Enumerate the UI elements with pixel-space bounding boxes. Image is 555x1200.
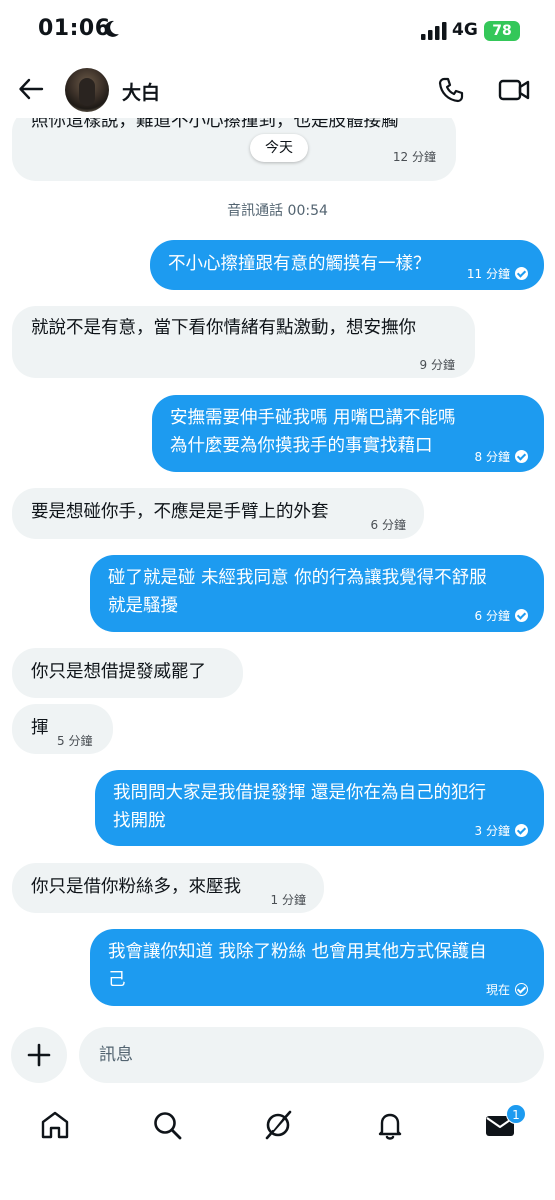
message-input[interactable] <box>79 1027 544 1083</box>
message-time: 12 分鐘 <box>392 150 436 164</box>
message-bubble-outgoing[interactable]: 我問問大家是我借提發揮 還是你在為自己的犯行 找開脫 3 分鐘 <box>95 770 544 846</box>
call-log-note: 音訊通話 00:54 <box>227 203 328 219</box>
read-check-icon <box>515 267 528 280</box>
add-media-button[interactable] <box>11 1027 67 1083</box>
message-bubble-incoming[interactable]: 就說不是有意，當下看你情緒有點激動，想安撫你 9 分鐘 <box>12 306 475 378</box>
video-call-icon[interactable] <box>498 76 530 104</box>
message-status: 6 分鐘 <box>475 603 528 630</box>
message-bubble-outgoing[interactable]: 碰了就是碰 未經我同意 你的行為讓我覺得不舒服 就是騷擾 6 分鐘 <box>90 555 544 632</box>
avatar-figure <box>79 78 95 106</box>
message-text: 安撫需要伸手碰我嗎 用嘴巴講不能嗎 <box>170 408 456 428</box>
message-time: 11 分鐘 <box>466 267 510 281</box>
message-bubble-incoming[interactable]: 你只是借你粉絲多，來壓我 1 分鐘 <box>12 863 324 913</box>
message-bubble-incoming[interactable]: 揮 5 分鐘 <box>12 704 113 754</box>
read-check-icon <box>515 609 528 622</box>
message-composer <box>0 1025 555 1085</box>
message-text: 找開脫 <box>113 811 166 831</box>
phone-call-icon[interactable] <box>437 76 465 104</box>
message-bubble-outgoing[interactable]: 不小心擦撞跟有意的觸摸有一樣？ 11 分鐘 <box>150 240 544 290</box>
message-text: 我會讓你知道 我除了粉絲 也會用其他方式保護自 <box>108 942 487 962</box>
message-bubble-incoming[interactable]: 照你這樣說，難道不小心擦撞到，也是肢體接觸 12 分鐘 <box>12 118 456 181</box>
message-text: 照你這樣說，難道不小心擦撞到，也是肢體接觸 <box>31 118 399 131</box>
message-text: 就是騷擾 <box>108 596 178 616</box>
message-time: 現在 <box>485 983 510 997</box>
message-text: 你只是想借提發威罷了 <box>31 662 206 682</box>
conversation-header: 大白 <box>0 62 555 118</box>
search-icon[interactable] <box>150 1108 184 1142</box>
message-time: 1 分鐘 <box>270 893 306 907</box>
back-arrow-icon[interactable] <box>18 76 44 102</box>
message-text: 你只是借你粉絲多，來壓我 <box>31 877 241 897</box>
read-check-icon <box>515 824 528 837</box>
message-time: 9 分鐘 <box>419 358 455 372</box>
message-bubble-outgoing[interactable]: 安撫需要伸手碰我嗎 用嘴巴講不能嗎 為什麼要為你摸我手的事實找藉口 8 分鐘 <box>152 395 544 472</box>
message-bubble-incoming[interactable]: 要是想碰你手，不應是是手臂上的外套 6 分鐘 <box>12 488 424 539</box>
read-check-icon <box>515 450 528 463</box>
message-time: 8 分鐘 <box>474 450 510 464</box>
message-time: 6 分鐘 <box>474 609 510 623</box>
messages-unread-badge: 1 <box>506 1104 526 1124</box>
message-text: 我問問大家是我借提發揮 還是你在為自己的犯行 <box>113 783 487 803</box>
message-text: 不小心擦撞跟有意的觸摸有一樣？ <box>168 254 431 274</box>
contact-name[interactable]: 大白 <box>122 78 160 105</box>
message-status: 11 分鐘 <box>467 261 528 288</box>
network-type: 4G <box>452 20 478 40</box>
message-bubble-incoming[interactable]: 你只是想借提發威罷了 <box>12 648 243 698</box>
message-text: 要是想碰你手，不應是是手臂上的外套 <box>31 502 329 522</box>
notifications-bell-icon[interactable] <box>373 1108 407 1142</box>
message-time: 5 分鐘 <box>57 734 93 748</box>
home-icon[interactable] <box>38 1108 72 1142</box>
charging-bolt-icon <box>510 23 522 39</box>
message-text: 碰了就是碰 未經我同意 你的行為讓我覺得不舒服 <box>108 568 487 588</box>
message-text: 為什麼要為你摸我手的事實找藉口 <box>170 436 433 456</box>
message-text: 揮 <box>31 718 49 738</box>
status-bar: 01:06 4G 78 <box>0 0 555 62</box>
bottom-navigation: 1 <box>0 1100 555 1156</box>
plus-icon <box>27 1043 51 1067</box>
message-bubble-outgoing[interactable]: 我會讓你知道 我除了粉絲 也會用其他方式保護自 己 現在 <box>90 929 544 1006</box>
battery-level: 78 <box>492 23 512 39</box>
message-status: 3 分鐘 <box>475 818 528 845</box>
message-status: 現在 <box>486 977 528 1004</box>
message-text: 己 <box>108 970 126 990</box>
date-divider: 今天 <box>250 134 308 162</box>
message-status: 8 分鐘 <box>475 444 528 471</box>
message-time: 6 分鐘 <box>370 518 406 532</box>
sent-check-icon <box>515 983 528 996</box>
message-thread[interactable]: 照你這樣說，難道不小心擦撞到，也是肢體接觸 12 分鐘 今天 音訊通話 00:5… <box>0 118 555 1023</box>
avatar[interactable] <box>65 68 109 112</box>
message-time: 3 分鐘 <box>474 824 510 838</box>
cellular-signal-icon <box>421 22 447 40</box>
grok-icon[interactable] <box>261 1108 295 1142</box>
status-time: 01:06 <box>38 16 111 41</box>
message-text: 就說不是有意，當下看你情緒有點激動，想安撫你 <box>31 318 416 338</box>
moon-icon <box>104 20 119 37</box>
